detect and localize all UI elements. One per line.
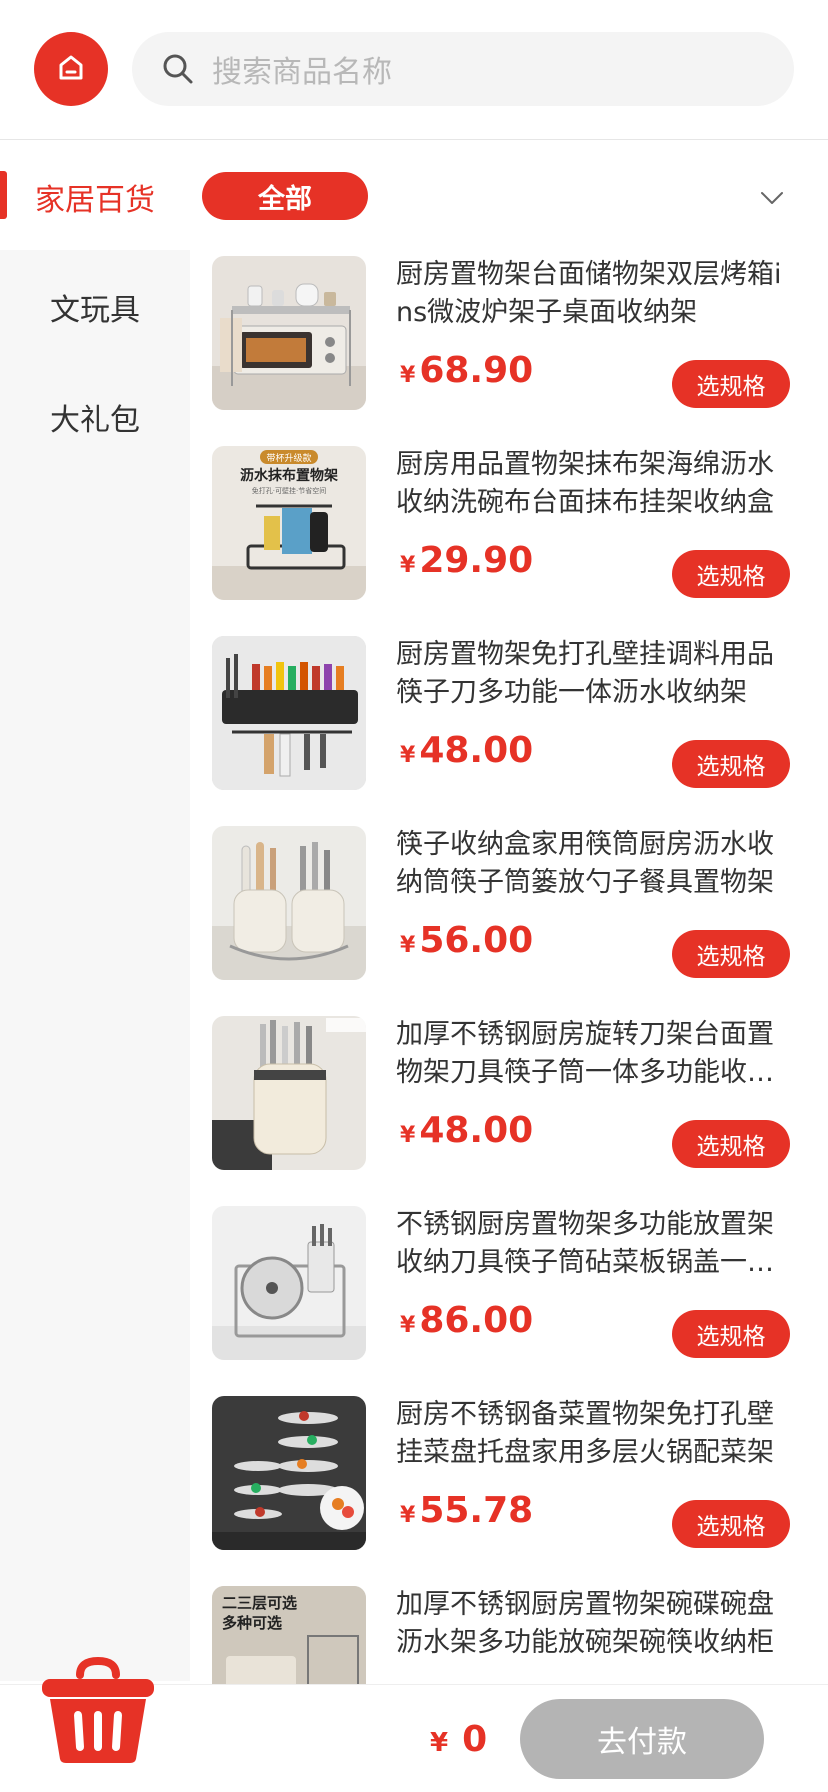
product-item[interactable]: 带杯升级款 沥水抹布置物架 免打孔·可壁挂·节省空间 厨房用品置物架抹布架海绵沥… <box>190 440 828 630</box>
search-input[interactable]: 搜索商品名称 <box>212 47 392 91</box>
price-value: 29.90 <box>419 540 534 581</box>
currency-symbol: ¥ <box>430 1728 449 1758</box>
total-amount: 0 <box>462 1719 488 1760</box>
product-title[interactable]: 厨房不锈钢备菜置物架免打孔壁挂菜盘托盘家用多层火锅配菜架 <box>396 1396 798 1472</box>
product-title[interactable]: 加厚不锈钢厨房置物架碗碟碗盘沥水架多功能放碗架碗筷收纳柜 <box>396 1586 798 1662</box>
product-image[interactable] <box>212 826 366 980</box>
select-spec-button[interactable]: 选规格 <box>672 1310 790 1358</box>
select-spec-button[interactable]: 选规格 <box>672 360 790 408</box>
product-image[interactable]: 带杯升级款 沥水抹布置物架 免打孔·可壁挂·节省空间 <box>212 446 366 600</box>
price-value: 55.78 <box>419 1490 534 1531</box>
product-item[interactable]: 厨房置物架免打孔壁挂调料用品筷子刀多功能一体沥水收纳架 ¥ 48.00 选规格 <box>190 630 828 820</box>
basket-icon[interactable] <box>40 1655 156 1767</box>
product-price: ¥ 48.00 <box>400 1110 533 1151</box>
search-bar[interactable]: 搜索商品名称 <box>132 32 794 106</box>
sidebar-item-gift-pack[interactable]: 大礼包 <box>0 395 190 439</box>
product-image[interactable]: 二三层可选 多种可选 <box>212 1586 366 1684</box>
cart-total: ¥ 0 <box>430 1719 487 1760</box>
price-value: 48.00 <box>419 1110 534 1151</box>
select-spec-button[interactable]: 选规格 <box>672 1120 790 1168</box>
currency-symbol: ¥ <box>400 553 416 578</box>
filter-all-chip[interactable]: 全部 <box>202 172 368 220</box>
thumb-line2-text: 多种可选 <box>222 1614 282 1632</box>
product-item[interactable]: 二三层可选 多种可选 加厚不锈钢厨房置物架碗碟碗盘沥水架多功能放碗架碗筷收纳柜 <box>190 1580 828 1684</box>
currency-symbol: ¥ <box>400 1123 416 1148</box>
product-title[interactable]: 厨房置物架台面储物架双层烤箱ins微波炉架子桌面收纳架 <box>396 256 798 332</box>
select-spec-button[interactable]: 选规格 <box>672 550 790 598</box>
thumb-sub-text: 免打孔·可壁挂·节省空间 <box>252 486 326 495</box>
product-price: ¥ 86.00 <box>400 1300 533 1341</box>
product-title[interactable]: 加厚不锈钢厨房旋转刀架台面置物架刀具筷子筒一体多功能收纳架 <box>396 1016 798 1092</box>
checkout-bar: ¥ 0 去付款 <box>0 1656 828 1792</box>
price-value: 56.00 <box>419 920 534 961</box>
home-button[interactable] <box>34 32 108 106</box>
product-list: 厨房置物架台面储物架双层烤箱ins微波炉架子桌面收纳架 ¥ 68.90 选规格 … <box>190 250 828 1684</box>
thumb-badge-text: 带杯升级款 <box>266 452 311 464</box>
price-value: 86.00 <box>419 1300 534 1341</box>
product-price: ¥ 55.78 <box>400 1490 533 1531</box>
product-image[interactable] <box>212 1016 366 1170</box>
product-title[interactable]: 厨房置物架免打孔壁挂调料用品筷子刀多功能一体沥水收纳架 <box>396 636 798 712</box>
sidebar-item-toys[interactable]: 文玩具 <box>0 285 190 329</box>
product-item[interactable]: 不锈钢厨房置物架多功能放置架收纳刀具筷子筒砧菜板锅盖一体架 ¥ 86.00 选规… <box>190 1200 828 1390</box>
product-price: ¥ 68.90 <box>400 350 533 391</box>
search-icon <box>162 53 194 85</box>
product-price: ¥ 29.90 <box>400 540 533 581</box>
product-item[interactable]: 加厚不锈钢厨房旋转刀架台面置物架刀具筷子筒一体多功能收纳架 ¥ 48.00 选规… <box>190 1010 828 1200</box>
header: 搜索商品名称 <box>0 0 828 140</box>
category-sidebar: 家居百货 文玩具 大礼包 <box>0 141 190 1681</box>
product-item[interactable]: 筷子收纳盒家用筷筒厨房沥水收纳筒筷子筒篓放勺子餐具置物架 ¥ 56.00 选规格 <box>190 820 828 1010</box>
sidebar-item-home-goods[interactable]: 家居百货 <box>0 175 190 219</box>
product-image[interactable] <box>212 1396 366 1550</box>
select-spec-button[interactable]: 选规格 <box>672 1500 790 1548</box>
select-spec-button[interactable]: 选规格 <box>672 740 790 788</box>
product-image[interactable] <box>212 1206 366 1360</box>
currency-symbol: ¥ <box>400 1313 416 1338</box>
product-item[interactable]: 厨房不锈钢备菜置物架免打孔壁挂菜盘托盘家用多层火锅配菜架 ¥ 55.78 选规格 <box>190 1390 828 1580</box>
product-title[interactable]: 不锈钢厨房置物架多功能放置架收纳刀具筷子筒砧菜板锅盖一体架 <box>396 1206 798 1282</box>
product-title[interactable]: 筷子收纳盒家用筷筒厨房沥水收纳筒筷子筒篓放勺子餐具置物架 <box>396 826 798 902</box>
product-image[interactable] <box>212 636 366 790</box>
currency-symbol: ¥ <box>400 1503 416 1528</box>
product-price: ¥ 48.00 <box>400 730 533 771</box>
price-value: 48.00 <box>419 730 534 771</box>
product-item[interactable]: 厨房置物架台面储物架双层烤箱ins微波炉架子桌面收纳架 ¥ 68.90 选规格 <box>190 250 828 440</box>
product-price: ¥ 56.00 <box>400 920 533 961</box>
currency-symbol: ¥ <box>400 743 416 768</box>
home-icon <box>56 52 86 86</box>
chevron-down-icon[interactable] <box>756 182 788 214</box>
product-title[interactable]: 厨房用品置物架抹布架海绵沥水收纳洗碗布台面抹布挂架收纳盒 <box>396 446 798 522</box>
currency-symbol: ¥ <box>400 933 416 958</box>
select-spec-button[interactable]: 选规格 <box>672 930 790 978</box>
thumb-line1-text: 二三层可选 <box>222 1594 297 1612</box>
price-value: 68.90 <box>419 350 534 391</box>
pay-button[interactable]: 去付款 <box>520 1699 764 1779</box>
thumb-title-text: 沥水抹布置物架 <box>240 467 338 484</box>
currency-symbol: ¥ <box>400 363 416 388</box>
product-image[interactable] <box>212 256 366 410</box>
